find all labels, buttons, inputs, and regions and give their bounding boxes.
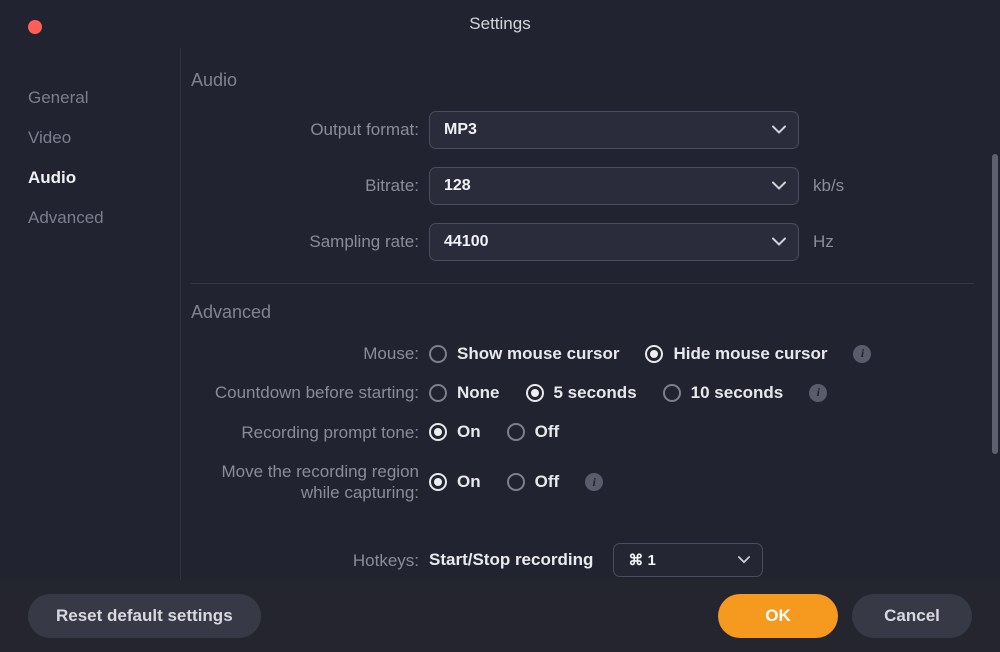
radio-label: Off — [535, 422, 560, 442]
select-value: 128 — [444, 177, 471, 195]
chevron-down-icon — [772, 238, 786, 247]
radio-group-move-region: On Off i — [429, 472, 603, 492]
radio-circle-icon — [507, 473, 525, 491]
row-bitrate: Bitrate: 128 kb/s — [191, 167, 974, 205]
chevron-down-icon — [772, 126, 786, 135]
radio-label: On — [457, 422, 481, 442]
radio-group-countdown: None 5 seconds 10 seconds i — [429, 383, 827, 403]
label-countdown: Countdown before starting: — [191, 382, 429, 403]
reset-default-settings-button[interactable]: Reset default settings — [28, 594, 261, 638]
ok-button[interactable]: OK — [718, 594, 838, 638]
radio-label: Off — [535, 472, 560, 492]
radio-hide-mouse-cursor[interactable]: Hide mouse cursor — [645, 344, 827, 364]
divider — [191, 283, 974, 284]
radio-circle-icon — [645, 345, 663, 363]
chevron-down-icon — [772, 182, 786, 191]
label-mouse: Mouse: — [191, 343, 429, 364]
radio-prompt-tone-off[interactable]: Off — [507, 422, 560, 442]
window-title: Settings — [0, 14, 1000, 34]
sidebar-item-advanced[interactable]: Advanced — [0, 198, 179, 238]
sidebar-item-video[interactable]: Video — [0, 118, 179, 158]
radio-circle-icon — [507, 423, 525, 441]
unit-sampling-rate: Hz — [813, 232, 834, 252]
radio-countdown-none[interactable]: None — [429, 383, 500, 403]
scrollbar[interactable] — [992, 154, 998, 454]
radio-label: 10 seconds — [691, 383, 784, 403]
chevron-down-icon — [738, 556, 750, 564]
radio-circle-icon — [526, 384, 544, 402]
row-countdown: Countdown before starting: None 5 second… — [191, 382, 974, 403]
radio-group-prompt-tone: On Off — [429, 422, 559, 442]
row-hotkeys: Hotkeys: Start/Stop recording ⌘ 1 — [191, 543, 974, 577]
radio-label: On — [457, 472, 481, 492]
section-title-audio: Audio — [191, 70, 974, 91]
info-icon[interactable]: i — [809, 384, 827, 402]
radio-label: Hide mouse cursor — [673, 344, 827, 364]
radio-label: Show mouse cursor — [457, 344, 619, 364]
select-hotkey[interactable]: ⌘ 1 — [613, 543, 763, 577]
titlebar: Settings — [0, 0, 1000, 48]
radio-circle-icon — [429, 473, 447, 491]
label-prompt-tone: Recording prompt tone: — [191, 422, 429, 443]
label-output-format: Output format: — [191, 119, 429, 140]
radio-countdown-5s[interactable]: 5 seconds — [526, 383, 637, 403]
radio-label: 5 seconds — [554, 383, 637, 403]
row-mouse: Mouse: Show mouse cursor Hide mouse curs… — [191, 343, 974, 364]
radio-circle-icon — [429, 345, 447, 363]
row-move-region: Move the recording region while capturin… — [191, 461, 974, 504]
select-output-format[interactable]: MP3 — [429, 111, 799, 149]
row-output-format: Output format: MP3 — [191, 111, 974, 149]
radio-circle-icon — [429, 423, 447, 441]
label-bitrate: Bitrate: — [191, 175, 429, 196]
radio-move-region-on[interactable]: On — [429, 472, 481, 492]
select-value: MP3 — [444, 121, 477, 139]
label-hotkeys: Hotkeys: — [191, 550, 429, 571]
radio-circle-icon — [663, 384, 681, 402]
cancel-button[interactable]: Cancel — [852, 594, 972, 638]
sidebar-item-audio[interactable]: Audio — [0, 158, 179, 198]
radio-group-mouse: Show mouse cursor Hide mouse cursor i — [429, 344, 871, 364]
hotkey-action-text: Start/Stop recording — [429, 550, 593, 570]
section-title-advanced: Advanced — [191, 302, 974, 323]
radio-label: None — [457, 383, 500, 403]
row-sampling-rate: Sampling rate: 44100 Hz — [191, 223, 974, 261]
radio-circle-icon — [429, 384, 447, 402]
radio-countdown-10s[interactable]: 10 seconds — [663, 383, 784, 403]
label-sampling-rate: Sampling rate: — [191, 231, 429, 252]
unit-bitrate: kb/s — [813, 176, 844, 196]
footer: Reset default settings OK Cancel — [0, 580, 1000, 652]
settings-content: Audio Output format: MP3 Bitrate: 128 kb… — [181, 48, 1000, 580]
radio-move-region-off[interactable]: Off — [507, 472, 560, 492]
radio-show-mouse-cursor[interactable]: Show mouse cursor — [429, 344, 619, 364]
select-value: 44100 — [444, 233, 489, 251]
row-prompt-tone: Recording prompt tone: On Off — [191, 422, 974, 443]
info-icon[interactable]: i — [853, 345, 871, 363]
label-move-region: Move the recording region while capturin… — [191, 461, 429, 504]
select-value: ⌘ 1 — [628, 551, 656, 569]
close-window-icon[interactable] — [28, 20, 42, 34]
sidebar-item-general[interactable]: General — [0, 78, 179, 118]
radio-prompt-tone-on[interactable]: On — [429, 422, 481, 442]
info-icon[interactable]: i — [585, 473, 603, 491]
select-sampling-rate[interactable]: 44100 — [429, 223, 799, 261]
select-bitrate[interactable]: 128 — [429, 167, 799, 205]
sidebar: General Video Audio Advanced — [0, 48, 180, 580]
